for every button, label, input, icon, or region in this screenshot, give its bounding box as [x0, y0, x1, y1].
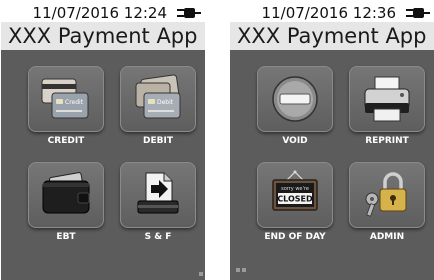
- reprint-tile[interactable]: REPRINT: [347, 66, 427, 161]
- credit-card-text: Credit: [65, 99, 84, 106]
- page-indicator: [199, 272, 203, 276]
- void-tile[interactable]: VOID: [255, 66, 335, 161]
- debit-card-icon: Debit: [135, 74, 181, 119]
- debit-card-text: Debit: [157, 99, 174, 106]
- power-plug-icon: [406, 8, 430, 18]
- end-of-day-tile[interactable]: sorry we're CLOSED END OF DAY: [255, 162, 335, 257]
- void-label: VOID: [282, 136, 308, 146]
- app-titlebar: XXX Payment App: [1, 22, 205, 50]
- closed-sign-icon: sorry we're CLOSED: [272, 170, 318, 211]
- ebt-label: EBT: [56, 232, 76, 242]
- payment-screen-main: 11/07/2016 12:24 XXX Payment App Credit: [1, 0, 205, 280]
- store-forward-tile[interactable]: S & F: [118, 162, 198, 257]
- end-of-day-label: END OF DAY: [264, 232, 326, 242]
- credit-button[interactable]: Credit: [28, 66, 104, 132]
- ebt-button[interactable]: [28, 162, 104, 228]
- status-datetime: 11/07/2016 12:24: [32, 4, 167, 22]
- void-button[interactable]: [257, 66, 333, 132]
- app-titlebar: XXX Payment App: [230, 22, 434, 50]
- store-and-forward-icon: [137, 172, 179, 214]
- status-datetime: 11/07/2016 12:36: [261, 4, 396, 22]
- credit-tile[interactable]: Credit CREDIT: [26, 66, 106, 161]
- power-plug-icon: [177, 8, 201, 18]
- debit-button[interactable]: Debit: [120, 66, 196, 132]
- credit-card-icon: Credit: [41, 78, 89, 119]
- no-entry-icon: [272, 76, 318, 122]
- credit-label: CREDIT: [47, 136, 85, 146]
- app-title: XXX Payment App: [237, 24, 427, 48]
- admin-button[interactable]: [349, 162, 425, 228]
- closed-sign-small-text: sorry we're: [281, 186, 309, 192]
- ebt-tile[interactable]: EBT: [26, 162, 106, 257]
- menu-panel: VOID REPRINT sorry we're CLOSED END OF D…: [230, 50, 434, 280]
- status-bar: 11/07/2016 12:36: [230, 4, 434, 22]
- store-forward-button[interactable]: [120, 162, 196, 228]
- padlock-key-icon: [365, 172, 407, 217]
- debit-tile[interactable]: Debit DEBIT: [118, 66, 198, 161]
- closed-sign-main-text: CLOSED: [277, 195, 313, 204]
- reprint-button[interactable]: [349, 66, 425, 132]
- store-forward-label: S & F: [144, 232, 172, 242]
- reprint-label: REPRINT: [365, 136, 409, 146]
- page-indicator: [236, 257, 248, 276]
- printer-icon: [364, 76, 410, 122]
- wallet-icon: [42, 172, 90, 214]
- status-bar: 11/07/2016 12:24: [1, 4, 205, 22]
- admin-label: ADMIN: [369, 232, 405, 242]
- payment-screen-admin: 11/07/2016 12:36 XXX Payment App VOID RE…: [230, 0, 434, 280]
- app-title: XXX Payment App: [8, 24, 198, 48]
- menu-panel: Credit CREDIT Debit DEBIT EBT S & F: [1, 50, 205, 280]
- debit-label: DEBIT: [143, 136, 173, 146]
- admin-tile[interactable]: ADMIN: [347, 162, 427, 257]
- end-of-day-button[interactable]: sorry we're CLOSED: [257, 162, 333, 228]
